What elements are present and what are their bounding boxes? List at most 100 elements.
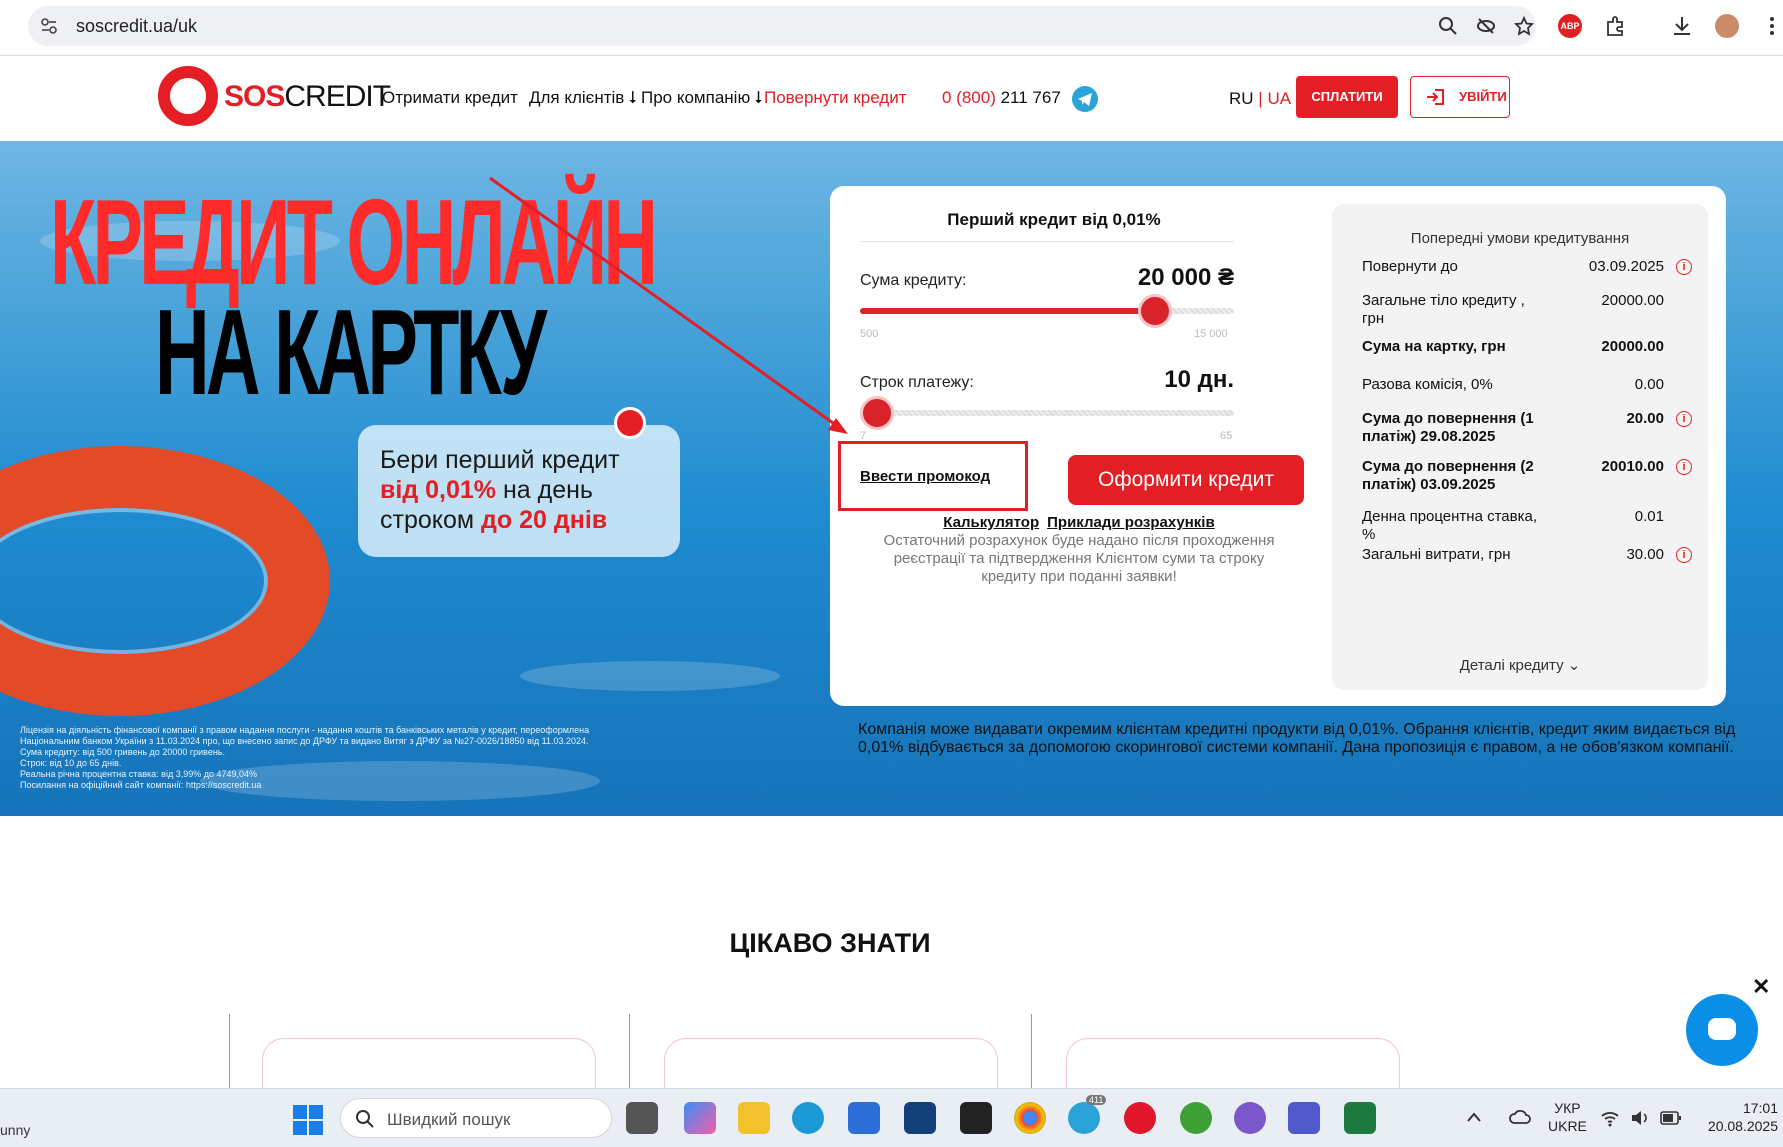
input-language[interactable]: УКР UKRE xyxy=(1548,1099,1587,1135)
site-settings-icon[interactable] xyxy=(40,17,58,35)
divider xyxy=(860,241,1234,242)
zoom-icon[interactable] xyxy=(1438,16,1458,36)
windows-start-icon[interactable] xyxy=(293,1105,323,1135)
amount-slider-fill xyxy=(860,308,1155,314)
nav-repay-credit[interactable]: Повернути кредит xyxy=(764,88,907,108)
amount-min: 500 xyxy=(860,328,879,340)
bookmark-star-icon[interactable] xyxy=(1514,16,1534,36)
taskbar-widget-text[interactable]: unny xyxy=(0,1122,30,1138)
url-text[interactable]: soscredit.ua/uk xyxy=(76,16,197,37)
info-icon[interactable]: i xyxy=(1676,547,1692,563)
amount-label: Сума кредиту: xyxy=(860,272,967,289)
condition-label: Загальне тіло кредиту , грн xyxy=(1362,292,1525,327)
address-bar[interactable]: soscredit.ua/uk xyxy=(28,6,1536,46)
chrome-icon[interactable] xyxy=(1014,1102,1046,1134)
extensions-puzzle-icon[interactable] xyxy=(1604,14,1628,38)
telegram-taskbar-icon[interactable] xyxy=(1068,1102,1100,1134)
utorrent-icon[interactable] xyxy=(1180,1102,1212,1134)
credit-details-toggle[interactable]: Деталі кредиту ⌄ xyxy=(1332,656,1708,674)
lang-ru[interactable]: RU xyxy=(1229,89,1254,108)
pay-button[interactable]: СПЛАТИТИ xyxy=(1296,76,1398,118)
hero-headline-2: НА КАРТКУ xyxy=(155,284,547,420)
telegram-icon[interactable] xyxy=(1072,86,1098,112)
phone-number[interactable]: 0 (800) 211 767 xyxy=(942,88,1061,108)
windows-taskbar: unny Швидкий пошук 411 УКР UKRE 17:01 20.0… xyxy=(0,1088,1783,1147)
login-button[interactable]: УВІЙТИ xyxy=(1410,76,1510,118)
term-label: Строк платежу: xyxy=(860,374,974,391)
profile-avatar[interactable] xyxy=(1715,14,1739,38)
copilot-icon[interactable] xyxy=(684,1102,716,1134)
eye-off-icon[interactable] xyxy=(1476,16,1496,36)
term-slider-handle[interactable] xyxy=(860,396,894,430)
site-header: SOSCREDIT Отримати кредит Для клієнтів ⭣… xyxy=(0,56,1783,141)
condition-label: Сума до повернення (1 платіж) 29.08.2025 xyxy=(1362,410,1534,445)
excel-icon[interactable] xyxy=(1344,1102,1376,1134)
search-icon xyxy=(356,1110,374,1128)
adblock-extension-icon[interactable]: ABP xyxy=(1558,14,1582,38)
condition-value: 0.01 xyxy=(1634,508,1664,525)
condition-label: Повернути до xyxy=(1362,258,1458,275)
nav-about-company[interactable]: Про компанію ⭣ xyxy=(641,88,763,108)
condition-value: 20000.00 xyxy=(1601,292,1664,309)
info-icon[interactable]: i xyxy=(1676,259,1692,275)
dropbox-icon[interactable] xyxy=(960,1102,992,1134)
chat-close-button[interactable]: ✕ xyxy=(1752,974,1770,1000)
teams-icon[interactable] xyxy=(1288,1102,1320,1134)
amount-slider[interactable] xyxy=(860,294,1234,328)
condition-label: Загальні витрати, грн xyxy=(1362,546,1511,563)
disclaimer-text: Компанія може видавати окремим клієнтам … xyxy=(858,721,1736,756)
l-app-icon[interactable] xyxy=(904,1102,936,1134)
onedrive-cloud-icon[interactable] xyxy=(1508,1107,1532,1125)
opera-icon[interactable] xyxy=(1124,1102,1156,1134)
task-view-icon[interactable] xyxy=(626,1102,658,1134)
amount-value: 20 000 ₴ xyxy=(1137,264,1234,291)
info-icon[interactable]: i xyxy=(1676,459,1692,475)
water-highlight xyxy=(520,661,780,691)
amount-slider-handle[interactable] xyxy=(1138,294,1172,328)
calculation-note: Остаточний розрахунок буде надано після … xyxy=(883,532,1275,585)
store-icon[interactable] xyxy=(848,1102,880,1134)
apply-credit-button[interactable]: Оформити кредит xyxy=(1068,455,1304,505)
file-explorer-icon[interactable] xyxy=(738,1102,770,1134)
hero-banner: КРЕДИТ ОНЛАЙН НА КАРТКУ Бери перший кред… xyxy=(0,141,1783,816)
term-value: 10 дн. xyxy=(1164,366,1234,393)
taskbar-search[interactable]: Швидкий пошук xyxy=(340,1098,612,1138)
chat-bubble-icon xyxy=(1708,1018,1736,1040)
volume-icon[interactable] xyxy=(1630,1109,1650,1127)
wifi-icon[interactable] xyxy=(1600,1109,1620,1127)
condition-value: 03.09.2025 xyxy=(1588,258,1664,275)
column-divider xyxy=(1031,1014,1032,1088)
condition-value: 20010.00 xyxy=(1601,458,1664,475)
promo-code-link[interactable]: Ввести промокод xyxy=(860,468,990,485)
examples-link[interactable]: Приклади розрахунків xyxy=(1047,514,1215,531)
menu-dots-icon[interactable] xyxy=(1760,14,1783,38)
chat-widget-button[interactable] xyxy=(1686,994,1758,1066)
condition-value: 0.00 xyxy=(1634,376,1664,393)
lang-ua[interactable]: UA xyxy=(1267,89,1291,108)
battery-icon[interactable] xyxy=(1660,1111,1682,1125)
site-logo[interactable]: SOSCREDIT xyxy=(224,80,391,114)
promo-bubble: Бери перший кредит від 0,01% на день стр… xyxy=(358,425,680,557)
license-text: Ліцензія на діяльність фінансової компан… xyxy=(20,725,590,790)
condition-value: 20.00 xyxy=(1626,410,1664,427)
calculator-title: Перший кредит від 0,01% xyxy=(947,210,1161,229)
lifebuoy-logo-icon[interactable] xyxy=(158,66,218,126)
calculator-link[interactable]: Калькулятор xyxy=(943,514,1039,531)
amount-max: 15 000 xyxy=(1194,328,1228,340)
condition-label: Разова комісія, 0% xyxy=(1362,376,1493,393)
language-switch[interactable]: RU | UA xyxy=(1229,89,1291,109)
term-max: 65 xyxy=(1220,430,1233,442)
nav-get-credit[interactable]: Отримати кредит xyxy=(382,88,518,108)
condition-label: Сума до повернення (2 платіж) 03.09.2025 xyxy=(1362,458,1534,493)
tray-chevron-up-icon[interactable] xyxy=(1466,1111,1482,1123)
condition-label: Сума на картку, грн xyxy=(1362,338,1506,355)
viber-icon[interactable] xyxy=(1234,1102,1266,1134)
term-slider[interactable] xyxy=(860,396,1234,430)
nav-for-clients[interactable]: Для клієнтів ⭣ xyxy=(529,88,637,108)
calculator-links: Калькулятор Приклади розрахунків xyxy=(854,514,1304,531)
browser-toolbar: soscredit.ua/uk ABP xyxy=(0,0,1783,56)
download-icon[interactable] xyxy=(1670,14,1694,38)
edge-icon[interactable] xyxy=(792,1102,824,1134)
system-clock[interactable]: 17:01 20.08.2025 xyxy=(1688,1099,1778,1135)
info-icon[interactable]: i xyxy=(1676,411,1692,427)
